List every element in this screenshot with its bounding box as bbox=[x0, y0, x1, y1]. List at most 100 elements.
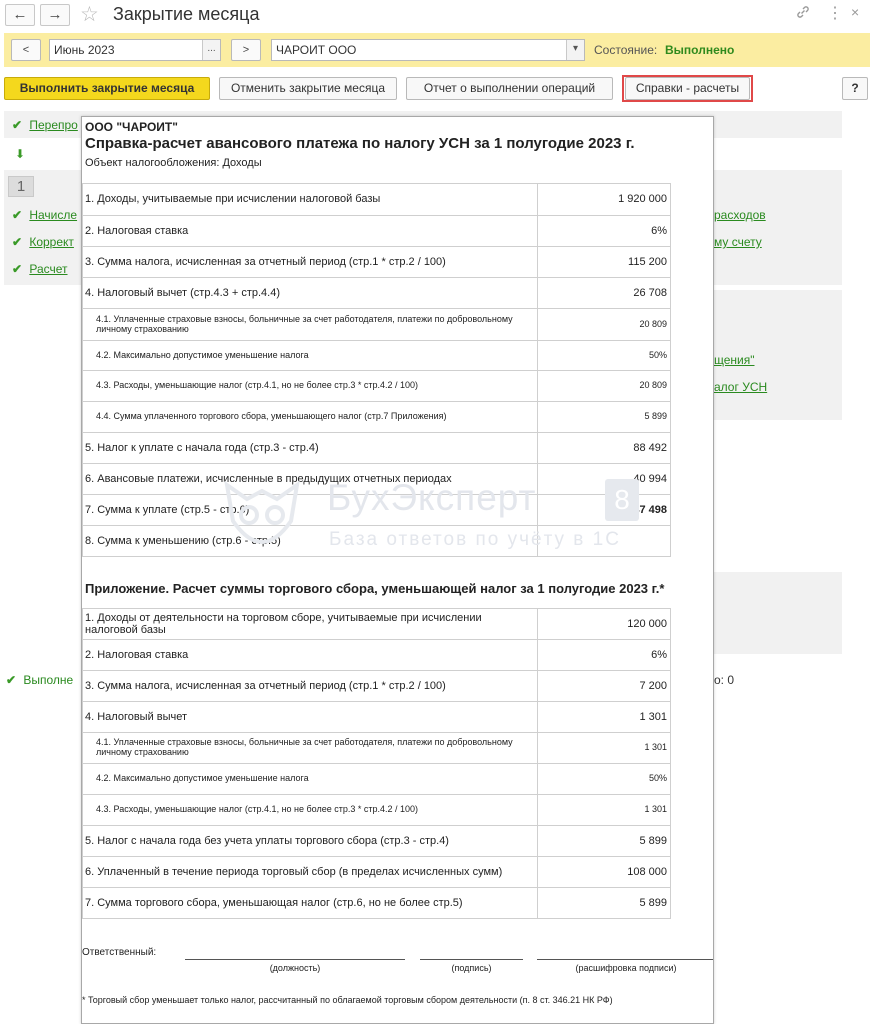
background-bottom-status: ✔ Выполне bbox=[6, 673, 74, 687]
run-month-close-button[interactable]: Выполнить закрытие месяца bbox=[4, 77, 210, 100]
row-value[interactable]: 26 708 bbox=[537, 277, 671, 309]
background-link-notification[interactable]: щения" bbox=[714, 353, 755, 367]
row-label: 6. Уплаченный в течение периода торговый… bbox=[82, 856, 538, 888]
help-button[interactable]: ? bbox=[842, 77, 868, 100]
row-label: 3. Сумма налога, исчисленная за отчетный… bbox=[82, 670, 538, 702]
row-value[interactable]: 1 301 bbox=[537, 794, 671, 826]
row-value[interactable]: 115 200 bbox=[537, 246, 671, 278]
period-select-button[interactable]: ... bbox=[202, 40, 220, 60]
organization-dropdown-icon[interactable]: ▾ bbox=[566, 40, 584, 60]
state-label: Состояние: bbox=[594, 43, 658, 57]
background-row-adjustment[interactable]: ✔ Коррект bbox=[12, 235, 74, 249]
close-icon[interactable]: × bbox=[851, 4, 859, 20]
link-icon[interactable] bbox=[795, 4, 811, 25]
table-row: 8. Сумма к уменьшению (стр.6 - стр.5) bbox=[82, 525, 671, 557]
row-label: 4.1. Уплаченные страховые взносы, больни… bbox=[82, 308, 538, 341]
forward-arrow-icon: → bbox=[47, 6, 63, 23]
background-link-usn-tax[interactable]: алог УСН bbox=[714, 380, 767, 394]
row-value[interactable]: 5 899 bbox=[537, 887, 671, 919]
row-value[interactable]: 7 200 bbox=[537, 670, 671, 702]
row-value[interactable]: 120 000 bbox=[537, 608, 671, 640]
report-sheet[interactable]: ООО "ЧАРОИТ" Справка-расчет авансового п… bbox=[81, 116, 714, 1024]
background-bottom-counter: о: 0 bbox=[714, 673, 735, 687]
period-field[interactable]: Июнь 2023 ... bbox=[49, 39, 221, 61]
row-label: 4.3. Расходы, уменьшающие налог (стр.4.1… bbox=[82, 794, 538, 826]
row-label: 4.2. Максимально допустимое уменьшение н… bbox=[82, 340, 538, 371]
row-value[interactable]: 1 920 000 bbox=[537, 183, 671, 216]
row-label: 6. Авансовые платежи, исчисленные в пред… bbox=[82, 463, 538, 495]
check-icon: ✔ bbox=[12, 262, 23, 276]
position-caption: (должность) bbox=[269, 963, 321, 973]
appendix-title: Приложение. Расчет суммы торгового сбора… bbox=[85, 581, 665, 596]
row-label: 2. Налоговая ставка bbox=[82, 639, 538, 671]
table-row: 6. Авансовые платежи, исчисленные в пред… bbox=[82, 463, 671, 495]
row-value[interactable]: 20 809 bbox=[537, 370, 671, 402]
row-value[interactable]: 40 994 bbox=[537, 463, 671, 495]
row-value[interactable] bbox=[537, 525, 671, 557]
row-value[interactable]: 20 809 bbox=[537, 308, 671, 341]
operations-report-button[interactable]: Отчет о выполнении операций bbox=[406, 77, 613, 100]
background-link-expenses[interactable]: расходов bbox=[714, 208, 766, 222]
background-panel-lower bbox=[714, 572, 842, 654]
row-label: 7. Сумма к уплате (стр.5 - стр.6) bbox=[82, 494, 538, 526]
table-row: 7. Сумма к уплате (стр.5 - стр.6) 47 498 bbox=[82, 494, 671, 526]
row-value[interactable]: 108 000 bbox=[537, 856, 671, 888]
appendix-table: 1. Доходы от деятельности на торговом сб… bbox=[82, 608, 671, 919]
row-value[interactable]: 5 899 bbox=[537, 401, 671, 433]
background-row-calculation[interactable]: ✔ Расчет bbox=[12, 262, 68, 276]
report-tax-object: Объект налогообложения: Доходы bbox=[85, 157, 262, 169]
table-row: 4.3. Расходы, уменьшающие налог (стр.4.1… bbox=[82, 370, 671, 402]
table-row: 1. Доходы, учитываемые при исчислении на… bbox=[82, 183, 671, 216]
row-value[interactable]: 47 498 bbox=[537, 494, 671, 526]
position-line bbox=[185, 959, 405, 960]
forward-button[interactable]: → bbox=[40, 4, 70, 26]
back-button[interactable]: ← bbox=[5, 4, 35, 26]
check-icon: ✔ bbox=[12, 208, 23, 222]
organization-value: ЧАРОИТ ООО bbox=[276, 43, 357, 57]
prev-period-button[interactable]: < bbox=[11, 39, 41, 61]
row-value[interactable]: 1 301 bbox=[537, 732, 671, 764]
next-period-button[interactable]: > bbox=[231, 39, 261, 61]
row-value[interactable]: 6% bbox=[537, 215, 671, 247]
row-label: 4.4. Сумма уплаченного торгового сбора, … bbox=[82, 401, 538, 433]
state-value: Выполнено bbox=[665, 43, 735, 57]
row-label: 2. Налоговая ставка bbox=[82, 215, 538, 247]
row-label: 5. Налог к уплате с начала года (стр.3 -… bbox=[82, 432, 538, 464]
row-value[interactable]: 1 301 bbox=[537, 701, 671, 733]
report-organization: ООО "ЧАРОИТ" bbox=[85, 120, 178, 134]
row-label: 4. Налоговый вычет (стр.4.3 + стр.4.4) bbox=[82, 277, 538, 309]
responsible-label: Ответственный: bbox=[82, 947, 157, 958]
table-row: 4.1. Уплаченные страховые взносы, больни… bbox=[82, 732, 671, 764]
table-row: 4.3. Расходы, уменьшающие налог (стр.4.1… bbox=[82, 794, 671, 826]
row-label: 4.2. Максимально допустимое уменьшение н… bbox=[82, 763, 538, 795]
table-row: 2. Налоговая ставка 6% bbox=[82, 639, 671, 671]
organization-field[interactable]: ЧАРОИТ ООО ▾ bbox=[271, 39, 585, 61]
row-value[interactable]: 6% bbox=[537, 639, 671, 671]
table-row: 5. Налог с начала года без учета уплаты … bbox=[82, 825, 671, 857]
main-calculation-table: 1. Доходы, учитываемые при исчислении на… bbox=[82, 183, 671, 557]
row-label: 1. Доходы, учитываемые при исчислении на… bbox=[82, 183, 538, 216]
row-label: 5. Налог с начала года без учета уплаты … bbox=[82, 825, 538, 857]
table-row: 2. Налоговая ставка 6% bbox=[82, 215, 671, 247]
table-row: 4. Налоговый вычет 1 301 bbox=[82, 701, 671, 733]
favorite-star-icon[interactable]: ☆ bbox=[80, 2, 99, 27]
background-row-accrual[interactable]: ✔ Начисле bbox=[12, 208, 77, 222]
cancel-month-close-button[interactable]: Отменить закрытие месяца bbox=[219, 77, 397, 100]
table-row: 6. Уплаченный в течение периода торговый… bbox=[82, 856, 671, 888]
arrow-down-icon: ⬇ bbox=[15, 147, 26, 161]
table-row: 7. Сумма торгового сбора, уменьшающая на… bbox=[82, 887, 671, 919]
check-icon: ✔ bbox=[12, 235, 23, 249]
table-row: 4.4. Сумма уплаченного торгового сбора, … bbox=[82, 401, 671, 433]
signature-caption: (подпись) bbox=[451, 963, 492, 973]
row-value[interactable]: 5 899 bbox=[537, 825, 671, 857]
table-row: 3. Сумма налога, исчисленная за отчетный… bbox=[82, 246, 671, 278]
background-row-reassessment[interactable]: ✔ Перепро bbox=[12, 118, 78, 132]
window-title: Закрытие месяца bbox=[113, 4, 260, 24]
row-value[interactable]: 50% bbox=[537, 340, 671, 371]
background-link-account[interactable]: му счету bbox=[714, 235, 762, 249]
row-value[interactable]: 50% bbox=[537, 763, 671, 795]
more-menu-icon[interactable]: ⋮ bbox=[827, 3, 843, 23]
table-row: 4. Налоговый вычет (стр.4.3 + стр.4.4) 26… bbox=[82, 277, 671, 309]
table-row: 4.1. Уплаченные страховые взносы, больни… bbox=[82, 308, 671, 341]
row-value[interactable]: 88 492 bbox=[537, 432, 671, 464]
